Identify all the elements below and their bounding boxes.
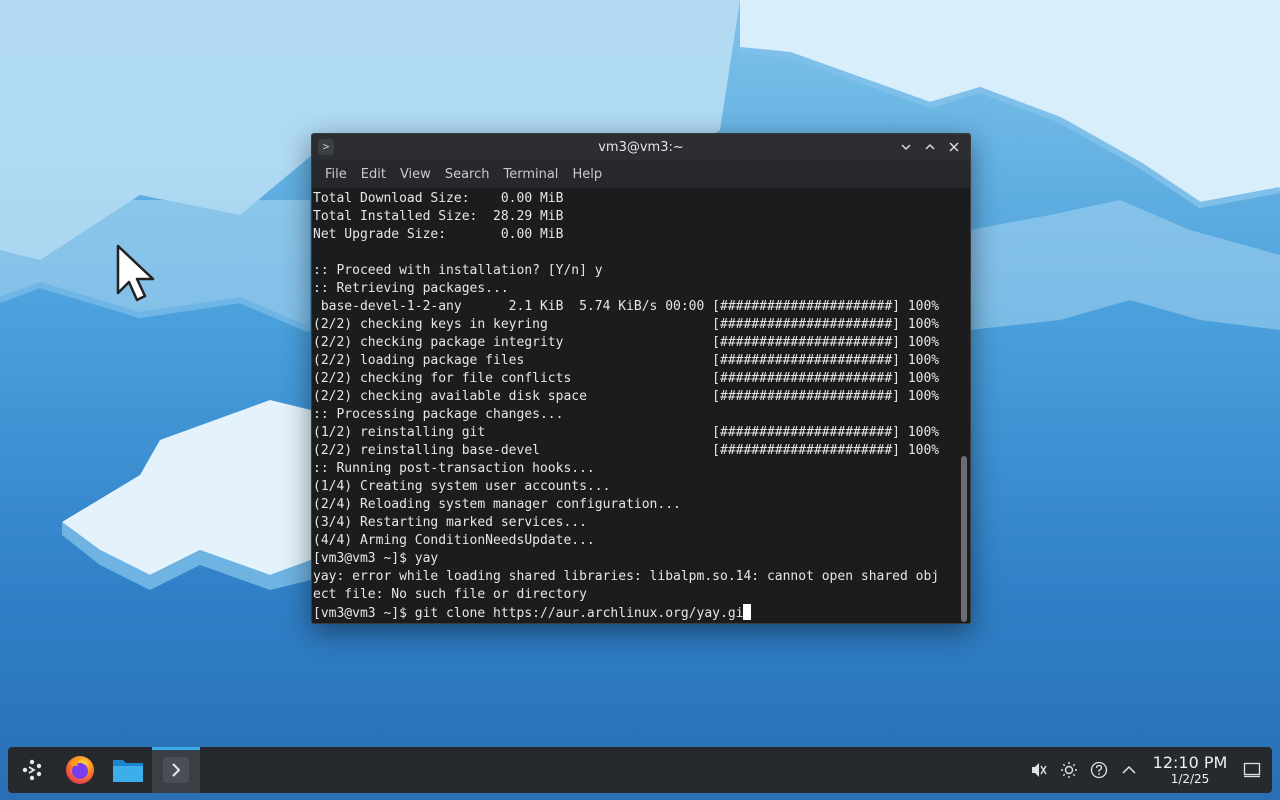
menu-bar: File Edit View Search Terminal Help <box>312 160 970 189</box>
window-title: vm3@vm3:~ <box>598 139 684 155</box>
chevron-up-icon[interactable] <box>1114 747 1144 793</box>
terminal-line: Net Upgrade Size: 0.00 MiB <box>313 227 564 242</box>
terminal-line: (4/4) Arming ConditionNeedsUpdate... <box>313 533 595 548</box>
terminal-line: :: Running post-transaction hooks... <box>313 461 595 476</box>
terminal-line: Total Download Size: 0.00 MiB <box>313 191 564 206</box>
terminal-line: :: Retrieving packages... <box>313 281 509 296</box>
terminal-line: Total Installed Size: 28.29 MiB <box>313 209 564 224</box>
application-launcher-button[interactable] <box>8 747 56 793</box>
prompt-input-text[interactable]: [vm3@vm3 ~]$ git clone https://aur.archl… <box>313 606 743 621</box>
terminal-line: base-devel-1-2-any 2.1 KiB 5.74 KiB/s 00… <box>313 299 940 314</box>
clock-time: 12:10 PM <box>1152 753 1228 772</box>
terminal-line: (1/2) reinstalling git [################… <box>313 425 940 440</box>
menu-file[interactable]: File <box>318 167 354 182</box>
menu-edit[interactable]: Edit <box>354 167 393 182</box>
volume-muted-icon[interactable] <box>1024 747 1054 793</box>
terminal-line: yay: error while loading shared librarie… <box>313 569 940 584</box>
terminal-line: (1/4) Creating system user accounts... <box>313 479 611 494</box>
terminal-scrollbar[interactable] <box>958 190 970 623</box>
terminal-window[interactable]: > vm3@vm3:~ File Edit View Search Termin… <box>311 133 971 624</box>
terminal-line: [vm3@vm3 ~]$ yay <box>313 551 439 566</box>
menu-search[interactable]: Search <box>438 167 497 182</box>
kde-launcher-icon <box>22 759 42 781</box>
terminal-line: (2/2) checking available disk space [###… <box>313 389 940 404</box>
terminal-line: (3/4) Restarting marked services... <box>313 515 587 530</box>
folder-icon <box>113 760 143 782</box>
taskbar: 12:10 PM 1/2/25 <box>8 747 1272 793</box>
terminal-line: (2/2) checking package integrity [######… <box>313 335 940 350</box>
show-desktop-icon <box>1243 762 1261 778</box>
firefox-button[interactable] <box>56 747 104 793</box>
clock-date: 1/2/25 <box>1170 772 1210 786</box>
mouse-pointer-icon <box>114 243 158 305</box>
menu-help[interactable]: Help <box>565 167 609 182</box>
minimize-button[interactable] <box>896 137 916 157</box>
terminal-prompt-line[interactable]: [vm3@vm3 ~]$ git clone https://aur.archl… <box>312 604 958 622</box>
window-titlebar[interactable]: > vm3@vm3:~ <box>312 134 970 160</box>
close-button[interactable] <box>944 137 964 157</box>
terminal-taskbar-button[interactable] <box>152 747 200 793</box>
terminal-app-icon[interactable]: > <box>318 139 334 155</box>
terminal-line: (2/4) Reloading system manager configura… <box>313 497 681 512</box>
scrollbar-thumb[interactable] <box>961 456 967 622</box>
close-icon <box>949 142 959 152</box>
terminal-line: :: Processing package changes... <box>313 407 564 422</box>
clock[interactable]: 12:10 PM 1/2/25 <box>1148 747 1232 793</box>
help-icon[interactable] <box>1084 747 1114 793</box>
menu-view[interactable]: View <box>393 167 438 182</box>
terminal-icon <box>163 757 189 783</box>
brightness-icon[interactable] <box>1054 747 1084 793</box>
system-tray: 12:10 PM 1/2/25 <box>1024 747 1272 793</box>
text-cursor <box>743 604 752 620</box>
menu-terminal[interactable]: Terminal <box>496 167 565 182</box>
terminal-line: (2/2) reinstalling base-devel [#########… <box>313 443 940 458</box>
file-manager-button[interactable] <box>104 747 152 793</box>
terminal-line: (2/2) loading package files [###########… <box>313 353 940 368</box>
firefox-icon <box>66 756 94 784</box>
terminal-line: ect file: No such file or directory <box>313 587 587 602</box>
maximize-button[interactable] <box>920 137 940 157</box>
chevron-up-icon <box>925 143 935 150</box>
terminal-output[interactable]: Total Download Size: 0.00 MiB Total Inst… <box>312 190 958 623</box>
chevron-down-icon <box>901 144 911 151</box>
terminal-line: (2/2) checking keys in keyring [########… <box>313 317 940 332</box>
window-controls <box>896 137 964 157</box>
terminal-line: (2/2) checking for file conflicts [#####… <box>313 371 940 386</box>
terminal-line: :: Proceed with installation? [Y/n] y <box>313 263 603 278</box>
show-desktop-button[interactable] <box>1232 747 1272 793</box>
